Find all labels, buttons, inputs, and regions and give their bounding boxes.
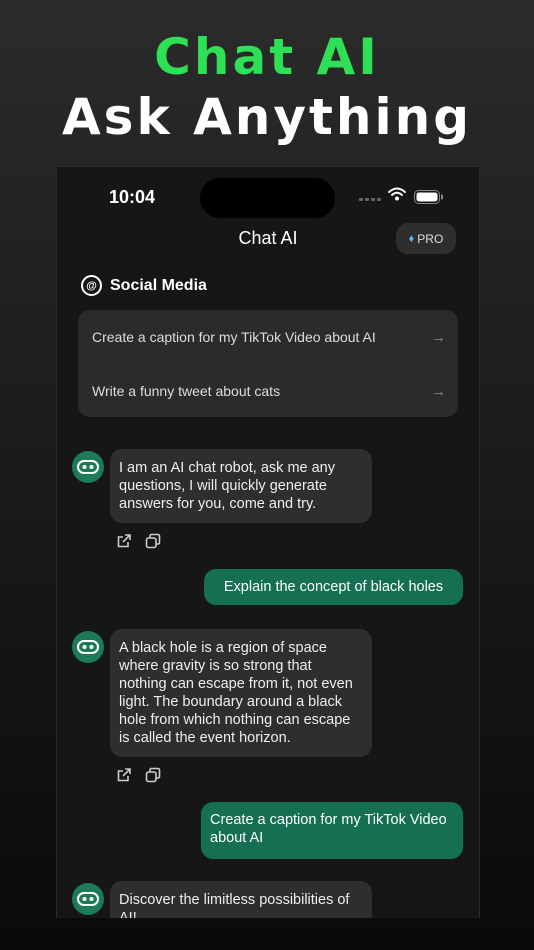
suggestion-text: Create a caption for my TikTok Video abo… [92, 329, 376, 345]
copy-icon[interactable] [145, 767, 161, 783]
assistant-message: A black hole is a region of space where … [110, 629, 372, 757]
section-title: Social Media [110, 276, 207, 294]
promo-headline-subtitle: Ask Anything [61, 88, 473, 146]
user-message: Create a caption for my TikTok Video abo… [201, 802, 463, 859]
phone-screen: 10:04 Chat AI ♦ PRO @ Social Media Creat… [56, 166, 480, 918]
section-header: @ Social Media [81, 275, 207, 296]
battery-icon [414, 190, 443, 204]
status-time: 10:04 [109, 187, 156, 207]
status-bar: 10:04 [57, 167, 479, 227]
suggestion-card: Create a caption for my TikTok Video abo… [78, 310, 458, 417]
cellular-signal-icon [359, 198, 381, 201]
bot-avatar [72, 631, 104, 663]
suggestion-text: Write a funny tweet about cats [92, 383, 281, 399]
promo-headline-title: Chat AI [154, 28, 380, 86]
pro-button[interactable]: ♦ PRO [396, 223, 456, 254]
robot-icon [77, 460, 99, 474]
user-message: Explain the concept of black holes [204, 569, 463, 605]
wifi-icon [388, 187, 406, 201]
suggestion-item[interactable]: Write a funny tweet about cats → [92, 379, 446, 403]
message-actions [116, 533, 161, 549]
at-sign-icon: @ [81, 275, 102, 296]
message-actions [116, 767, 161, 783]
bot-avatar [72, 451, 104, 483]
copy-icon[interactable] [145, 533, 161, 549]
assistant-message: I am an AI chat robot, ask me any questi… [110, 449, 372, 523]
pro-label: PRO [417, 231, 444, 246]
robot-icon [77, 892, 99, 906]
robot-icon [77, 640, 99, 654]
gem-icon: ♦ [408, 232, 415, 245]
share-icon[interactable] [116, 767, 132, 783]
assistant-message: Discover the limitless possibilities of … [110, 881, 372, 918]
arrow-right-icon: → [431, 382, 446, 400]
share-icon[interactable] [116, 533, 132, 549]
bot-avatar [72, 883, 104, 915]
arrow-right-icon: → [431, 328, 446, 346]
suggestion-item[interactable]: Create a caption for my TikTok Video abo… [92, 325, 446, 349]
dynamic-island [200, 178, 335, 218]
